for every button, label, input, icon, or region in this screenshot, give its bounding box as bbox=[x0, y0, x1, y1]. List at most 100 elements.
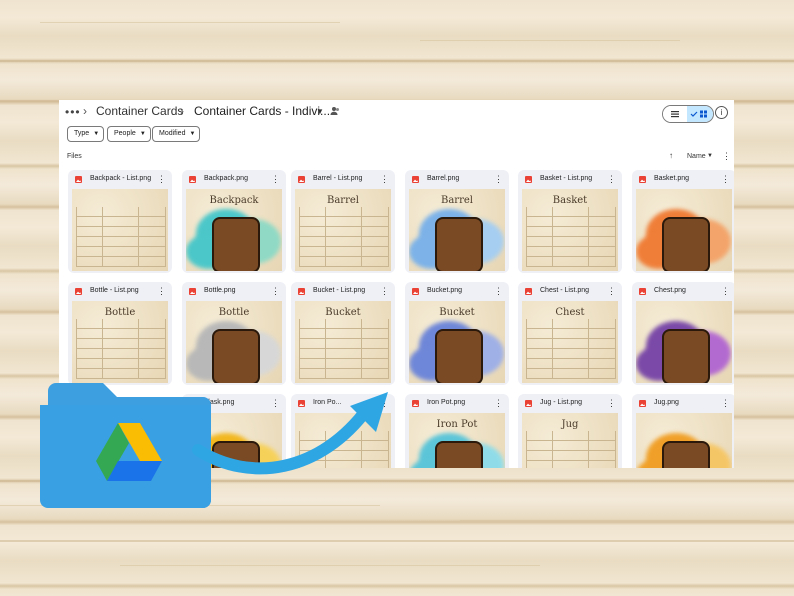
info-icon[interactable]: i bbox=[715, 106, 728, 119]
breadcrumb-parent[interactable]: Container Cards bbox=[96, 104, 183, 118]
more-options-icon[interactable]: ⋮ bbox=[494, 286, 503, 297]
file-thumbnail: Basket bbox=[522, 189, 618, 271]
more-options-icon[interactable]: ⋮ bbox=[494, 174, 503, 185]
wood-grain bbox=[420, 40, 680, 41]
file-card-header: Jug - List.png ⋮ bbox=[518, 394, 622, 413]
file-name: Jug - List.png bbox=[540, 399, 583, 406]
more-options-icon[interactable]: ⋮ bbox=[380, 286, 389, 297]
image-file-icon bbox=[525, 288, 532, 295]
file-card[interactable]: Chest - List.png ⋮ Chest bbox=[518, 282, 622, 385]
more-options-icon[interactable]: ⋮ bbox=[157, 286, 166, 297]
more-options-icon[interactable]: ⋮ bbox=[607, 174, 616, 185]
file-card[interactable]: Bottle - List.png ⋮ Bottle bbox=[68, 282, 172, 385]
file-card-header: Jug.png ⋮ bbox=[632, 394, 734, 413]
image-file-icon bbox=[75, 176, 82, 183]
item-illustration bbox=[662, 441, 710, 468]
card-item-label: Chest bbox=[555, 307, 585, 318]
filter-type-chip[interactable]: Type ▼ bbox=[67, 126, 105, 142]
image-file-icon bbox=[412, 288, 419, 295]
grid-view-button[interactable] bbox=[687, 106, 713, 122]
file-name: Chest.png bbox=[654, 287, 686, 294]
chevron-down-icon[interactable]: ▼ bbox=[316, 107, 324, 116]
file-card[interactable]: Jug.png ⋮ bbox=[632, 394, 734, 468]
list-view-button[interactable] bbox=[663, 106, 687, 122]
file-thumbnail: Iron Pot bbox=[409, 413, 505, 468]
chevron-right-icon: › bbox=[83, 104, 87, 118]
file-card[interactable]: Basket - List.png ⋮ Basket bbox=[518, 170, 622, 273]
card-item-label: Iron Pot bbox=[436, 419, 478, 430]
file-card[interactable]: Backpack.png ⋮ Backpack bbox=[182, 170, 286, 273]
plank-seam bbox=[0, 60, 794, 62]
file-card-header: Iron Pot.png ⋮ bbox=[405, 394, 509, 413]
filter-people-chip[interactable]: People ▼ bbox=[107, 126, 151, 142]
more-options-icon[interactable]: ⋮ bbox=[607, 286, 616, 297]
file-card[interactable]: Bottle.png ⋮ Bottle bbox=[182, 282, 286, 385]
file-name: Backpack.png bbox=[204, 175, 248, 182]
sort-direction-icon[interactable]: ↑ bbox=[669, 151, 673, 160]
list-column-line bbox=[138, 207, 139, 267]
file-card-header: Bucket - List.png ⋮ bbox=[291, 282, 395, 301]
breadcrumb-current[interactable]: Container Cards - Indivi... bbox=[194, 104, 330, 118]
file-card[interactable]: Backpack - List.png ⋮ bbox=[68, 170, 172, 273]
file-card[interactable]: Jug - List.png ⋮ Jug bbox=[518, 394, 622, 468]
item-illustration bbox=[435, 441, 483, 468]
file-card-header: Barrel - List.png ⋮ bbox=[291, 170, 395, 189]
list-column-line bbox=[588, 319, 589, 379]
filter-label: Type bbox=[74, 130, 90, 137]
file-name: Basket.png bbox=[654, 175, 690, 182]
more-options-icon[interactable]: ⋮ bbox=[721, 286, 730, 297]
file-name: Jug.png bbox=[654, 399, 679, 406]
more-options-icon[interactable]: ⋮ bbox=[271, 286, 280, 297]
image-file-icon bbox=[639, 400, 646, 407]
image-file-icon bbox=[639, 176, 646, 183]
image-file-icon bbox=[298, 288, 305, 295]
filter-label: People bbox=[114, 130, 136, 137]
file-thumbnail: Bottle bbox=[186, 301, 282, 383]
list-column-line bbox=[588, 431, 589, 468]
file-card[interactable]: Bucket - List.png ⋮ Bucket bbox=[291, 282, 395, 385]
file-card[interactable]: Bucket.png ⋮ Bucket bbox=[405, 282, 509, 385]
file-card-header: Basket.png ⋮ bbox=[632, 170, 734, 189]
filter-modified-chip[interactable]: Modified ▼ bbox=[152, 126, 201, 142]
file-name: Bottle.png bbox=[204, 287, 236, 294]
file-card-header: Backpack.png ⋮ bbox=[182, 170, 286, 189]
more-options-icon[interactable]: ⋮ bbox=[157, 174, 166, 185]
file-card[interactable]: Basket.png ⋮ bbox=[632, 170, 734, 273]
list-column-line bbox=[102, 207, 103, 267]
file-thumbnail: Chest bbox=[522, 301, 618, 383]
file-card-header: Bottle - List.png ⋮ bbox=[68, 282, 172, 301]
file-name: Chest - List.png bbox=[540, 287, 590, 294]
caret-down-icon: ▼ bbox=[139, 131, 146, 137]
list-table-lines bbox=[526, 431, 616, 468]
file-card-header: Chest - List.png ⋮ bbox=[518, 282, 622, 301]
more-breadcrumb-button[interactable]: ••• bbox=[65, 105, 81, 119]
view-toggle[interactable] bbox=[662, 105, 714, 123]
more-options-icon[interactable]: ⋮ bbox=[271, 174, 280, 185]
more-options-icon[interactable]: ⋮ bbox=[380, 174, 389, 185]
caret-down-icon: ▼ bbox=[189, 131, 196, 137]
file-thumbnail: Backpack bbox=[186, 189, 282, 271]
file-thumbnail bbox=[72, 189, 168, 271]
file-card[interactable]: Chest.png ⋮ bbox=[632, 282, 734, 385]
more-options-icon[interactable]: ⋮ bbox=[722, 151, 731, 162]
file-card[interactable]: Barrel - List.png ⋮ Barrel bbox=[291, 170, 395, 273]
sort-by-name[interactable]: Name bbox=[687, 153, 706, 160]
list-column-line bbox=[361, 207, 362, 267]
card-item-label: Bottle bbox=[218, 307, 250, 318]
more-options-icon[interactable]: ⋮ bbox=[721, 398, 730, 409]
more-options-icon[interactable]: ⋮ bbox=[721, 174, 730, 185]
filter-label: Modified bbox=[159, 130, 186, 137]
chevron-right-icon: › bbox=[180, 104, 184, 118]
image-file-icon bbox=[298, 176, 305, 183]
file-card[interactable]: Iron Pot.png ⋮ Iron Pot bbox=[405, 394, 509, 468]
file-card-header: Bottle.png ⋮ bbox=[182, 282, 286, 301]
top-bar: ••• › Container Cards › Container Cards … bbox=[59, 100, 734, 126]
file-card[interactable]: Barrel.png ⋮ Barrel bbox=[405, 170, 509, 273]
file-thumbnail: Bottle bbox=[72, 301, 168, 383]
file-name: Iron Pot.png bbox=[427, 399, 466, 406]
list-table-lines bbox=[76, 207, 166, 267]
file-name: Barrel.png bbox=[427, 175, 460, 182]
more-options-icon[interactable]: ⋮ bbox=[607, 398, 616, 409]
more-options-icon[interactable]: ⋮ bbox=[494, 398, 503, 409]
file-card-header: Barrel.png ⋮ bbox=[405, 170, 509, 189]
